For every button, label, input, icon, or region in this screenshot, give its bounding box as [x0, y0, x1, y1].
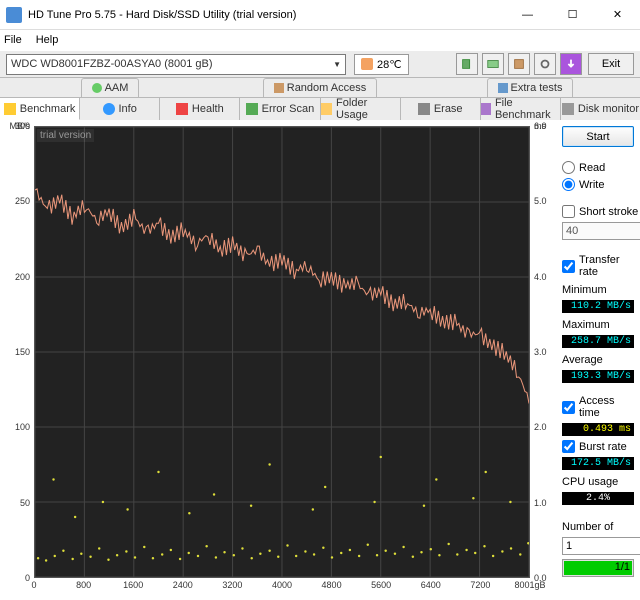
max-label: Maximum: [562, 319, 634, 331]
menu-help[interactable]: Help: [36, 34, 59, 46]
access-time-check[interactable]: Access time: [562, 395, 634, 419]
drive-select-label: WDC WD8001FZBZ-00ASYA0 (8001 gB): [11, 58, 213, 70]
y-axis-right: 0.01.02.03.04.05.06.0ms: [531, 126, 560, 578]
content: 050100150200250300MB/s trial version 0.0…: [0, 120, 640, 600]
number-of-field[interactable]: ▲▼: [562, 537, 634, 555]
folder-usage-icon: [321, 103, 333, 115]
disk-monitor-icon: [562, 103, 574, 115]
app-icon: [6, 7, 22, 23]
save-screenshot-button[interactable]: [508, 53, 530, 75]
close-button[interactable]: ✕: [595, 0, 640, 29]
extra-tests-icon: [498, 83, 508, 93]
watermark-label: trial version: [37, 129, 94, 142]
read-radio[interactable]: Read: [562, 161, 634, 174]
dropdown-arrow-icon: ▼: [333, 60, 341, 69]
burst-rate-check[interactable]: Burst rate: [562, 440, 634, 453]
error-scan-icon: [246, 103, 258, 115]
burst-rate-value: 172.5 MB/s: [562, 457, 634, 470]
cpu-label: CPU usage: [562, 476, 634, 488]
chart-area: 050100150200250300MB/s trial version 0.0…: [0, 120, 560, 600]
benchmark-icon: [4, 103, 16, 115]
menu-file[interactable]: File: [4, 34, 22, 46]
min-value: 110.2 MB/s: [562, 300, 634, 313]
temperature-indicator: 28℃: [354, 54, 409, 75]
y-axis-left: 050100150200250300MB/s: [0, 126, 33, 578]
copy-screenshot-button[interactable]: [482, 53, 504, 75]
temperature-value: 28℃: [377, 58, 402, 71]
top-tab-row: AAM Random Access Extra tests: [0, 78, 640, 98]
min-label: Minimum: [562, 284, 634, 296]
aam-icon: [92, 83, 102, 93]
toolbar: WDC WD8001FZBZ-00ASYA0 (8001 gB) ▼ 28℃ E…: [0, 50, 640, 78]
tab-folder-usage[interactable]: Folder Usage: [321, 98, 401, 120]
random-access-icon: [274, 83, 284, 93]
progress-bar: 1/1: [562, 559, 634, 577]
x-axis: 0800160024003200400048005600640072008001…: [34, 580, 530, 596]
write-radio[interactable]: Write: [562, 178, 634, 191]
tab-erase[interactable]: Erase: [401, 98, 481, 120]
save-log-button[interactable]: [560, 53, 582, 75]
avg-label: Average: [562, 354, 634, 366]
info-icon: [103, 103, 115, 115]
tab-benchmark[interactable]: Benchmark: [0, 98, 80, 120]
erase-icon: [418, 103, 430, 115]
minimize-button[interactable]: —: [505, 0, 550, 29]
tab-info[interactable]: Info: [80, 98, 160, 120]
transfer-rate-check[interactable]: Transfer rate: [562, 254, 634, 278]
plot-svg: [35, 127, 529, 577]
tab-aam[interactable]: AAM: [81, 78, 140, 97]
progress-text: 1/1: [615, 561, 630, 573]
cpu-value: 2.4%: [562, 492, 634, 505]
health-icon: [176, 103, 188, 115]
title-bar: HD Tune Pro 5.75 - Hard Disk/SSD Utility…: [0, 0, 640, 30]
max-value: 258.7 MB/s: [562, 335, 634, 348]
window-title: HD Tune Pro 5.75 - Hard Disk/SSD Utility…: [28, 9, 505, 21]
tab-health[interactable]: Health: [160, 98, 240, 120]
tab-disk-monitor[interactable]: Disk monitor: [561, 98, 640, 120]
copy-info-button[interactable]: [456, 53, 478, 75]
tab-random-access[interactable]: Random Access: [263, 78, 377, 97]
right-panel: Start Read Write Short stroke ▲▼ gB Tran…: [560, 120, 640, 600]
exit-button[interactable]: Exit: [588, 53, 634, 75]
number-of-label: Number of: [562, 521, 634, 533]
tab-extra-tests[interactable]: Extra tests: [487, 78, 574, 97]
maximize-button[interactable]: ☐: [550, 0, 595, 29]
options-button[interactable]: [534, 53, 556, 75]
menu-bar: File Help: [0, 30, 640, 50]
start-button[interactable]: Start: [562, 126, 634, 147]
avg-value: 193.3 MB/s: [562, 370, 634, 383]
drive-select[interactable]: WDC WD8001FZBZ-00ASYA0 (8001 gB) ▼: [6, 54, 346, 75]
short-stroke-field[interactable]: ▲▼ gB: [562, 222, 634, 240]
tab-file-benchmark[interactable]: File Benchmark: [481, 98, 561, 120]
benchmark-plot: trial version: [34, 126, 530, 578]
thermometer-icon: [361, 58, 373, 70]
short-stroke-check[interactable]: Short stroke: [562, 205, 634, 218]
file-benchmark-icon: [481, 103, 491, 115]
sub-tab-row: Benchmark Info Health Error Scan Folder …: [0, 98, 640, 120]
access-time-value: 0.493 ms: [562, 423, 634, 436]
tab-error-scan[interactable]: Error Scan: [240, 98, 320, 120]
